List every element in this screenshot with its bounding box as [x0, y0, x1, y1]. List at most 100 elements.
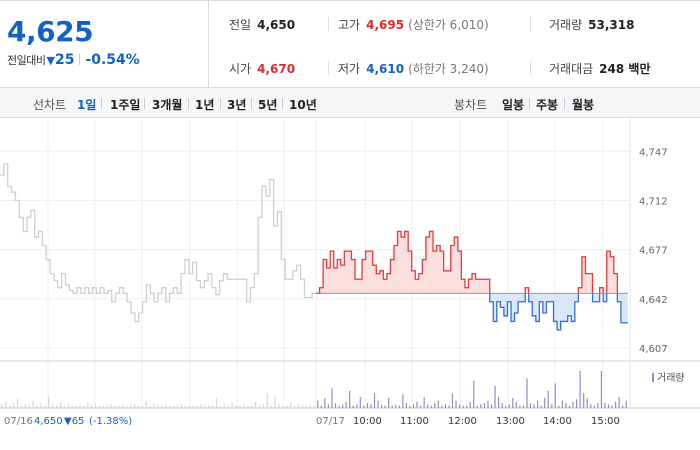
- price-chart[interactable]: 4,747 4,712 4,677 4,642 4,607 거래량 07/17 10:00 11…: [0, 118, 700, 450]
- period-5y-button[interactable]: 5년: [258, 96, 277, 113]
- today-volume-bar: [334, 403, 337, 408]
- today-volume-bar: [341, 404, 344, 408]
- line-chart-label: 선차트: [33, 98, 67, 112]
- today-volume-bar: [412, 404, 415, 408]
- prev-volume-bar: [258, 405, 261, 408]
- today-volume-bar: [508, 404, 510, 408]
- prev-volume-bar: [137, 405, 140, 408]
- prev-volume-bar: [215, 398, 218, 408]
- price-chart-svg: 4,747 4,712 4,677 4,642 4,607 거래량 07/17 10:00 11…: [0, 118, 700, 427]
- prev-day-change: ▼65: [64, 416, 84, 427]
- today-volume-bar: [526, 378, 528, 408]
- prev-volume-bar: [313, 405, 315, 408]
- stat-open: 시가 4,670: [229, 60, 295, 77]
- prev-volume-bar: [282, 405, 284, 408]
- today-volume-bar: [597, 403, 599, 408]
- divider: [530, 61, 531, 75]
- prev-volume-bar: [40, 403, 42, 408]
- prev-volume-bar: [293, 405, 296, 408]
- y-tick-label: 4,607: [639, 344, 668, 355]
- price-box: 4,625 전일대비▼25 -0.54%: [0, 1, 209, 88]
- period-1w-button[interactable]: 1주일: [110, 96, 140, 113]
- stat-label: 고가: [338, 18, 361, 32]
- prev-volume-bar: [204, 405, 206, 408]
- prev-volume-bar: [227, 405, 229, 408]
- prev-volume-bar: [94, 404, 97, 408]
- today-volume-bar: [480, 404, 482, 408]
- today-volume-bar: [320, 405, 322, 408]
- stat-value: 4,650: [257, 18, 296, 32]
- prev-volume-bar: [1, 404, 3, 408]
- prev-volume-bar: [266, 393, 268, 408]
- stat-volume: 거래량 53,318: [549, 16, 634, 33]
- current-price: 4,625: [7, 15, 94, 48]
- prev-volume-bar: [63, 405, 65, 408]
- stat-high: 고가 4,695 (상한가 6,010): [338, 16, 489, 33]
- today-volume-bar: [317, 400, 319, 408]
- today-volume-bar: [327, 404, 330, 408]
- candle-monthly-button[interactable]: 월봉: [572, 96, 594, 113]
- today-volume-bar: [494, 385, 496, 408]
- volume-legend-swatch: [652, 373, 654, 382]
- stat-value: 4,695: [366, 18, 405, 32]
- prev-volume-bar: [145, 400, 147, 408]
- divider: [188, 98, 189, 109]
- prev-volume-bar: [184, 405, 186, 408]
- prev-volume-bar: [87, 403, 89, 408]
- prev-volume-bar: [71, 405, 73, 408]
- prev-volume-bar: [262, 404, 264, 408]
- prev-volume-bar: [67, 404, 69, 408]
- candle-weekly-button[interactable]: 주봉: [536, 96, 558, 113]
- today-volume-bar: [540, 405, 542, 408]
- today-volume-bar: [384, 405, 386, 408]
- period-10y-button[interactable]: 10년: [289, 96, 317, 113]
- x-tick-label: 10:00: [353, 416, 382, 427]
- today-volume-bar: [391, 405, 393, 408]
- period-1y-button[interactable]: 1년: [195, 96, 214, 113]
- today-volume-bar: [423, 396, 425, 408]
- today-volume-bar: [547, 390, 549, 408]
- x-tick-label: 07/17: [316, 416, 345, 427]
- today-volume-bar: [377, 400, 379, 408]
- today-volume-bar: [437, 400, 439, 408]
- today-volume-bar: [604, 403, 606, 408]
- change-label: 전일대비: [7, 54, 46, 67]
- change-amount: 25: [54, 52, 75, 68]
- today-volume-bar: [356, 404, 358, 408]
- prev-volume-bar: [196, 405, 198, 408]
- today-volume-bar: [363, 405, 365, 408]
- today-volume-bar: [497, 396, 500, 408]
- prev-volume-bar: [157, 405, 159, 408]
- x-tick-label: 13:00: [496, 416, 525, 427]
- period-1d-button[interactable]: 1일: [77, 96, 96, 113]
- prev-volume-bar: [274, 396, 276, 408]
- prev-day-change-pct: (-1.38%): [89, 416, 132, 427]
- today-volume-bar: [565, 403, 567, 408]
- prev-volume-bar: [126, 405, 128, 408]
- today-volume-bar: [451, 393, 454, 408]
- prev-volume-bar: [305, 405, 307, 408]
- today-volume-bar: [593, 405, 595, 408]
- period-3y-button[interactable]: 3년: [227, 96, 246, 113]
- stat-value: 4,610: [366, 62, 405, 76]
- today-volume-bar: [462, 405, 464, 408]
- prev-volume-bar: [180, 404, 183, 408]
- divider: [564, 98, 565, 109]
- today-volume-bar: [331, 388, 333, 408]
- prev-volume-bar: [247, 405, 249, 408]
- today-volume-bar: [366, 403, 369, 408]
- stat-label: 거래량: [549, 18, 583, 32]
- today-volume-bar: [409, 405, 411, 408]
- today-volume-bar: [558, 405, 560, 408]
- candle-chart-label: 봉차트: [454, 98, 488, 112]
- today-volume-bar: [373, 393, 376, 408]
- prev-volume-bar: [75, 405, 77, 408]
- today-volume-bar: [583, 393, 585, 408]
- prev-volume-bar: [286, 405, 288, 408]
- candle-daily-button[interactable]: 일봉: [502, 96, 524, 113]
- today-volume-bar: [455, 400, 457, 408]
- x-tick-label: 15:00: [591, 416, 620, 427]
- prev-volume-bar: [301, 405, 303, 408]
- prev-volume-bar: [290, 403, 292, 408]
- period-3m-button[interactable]: 3개월: [152, 96, 182, 113]
